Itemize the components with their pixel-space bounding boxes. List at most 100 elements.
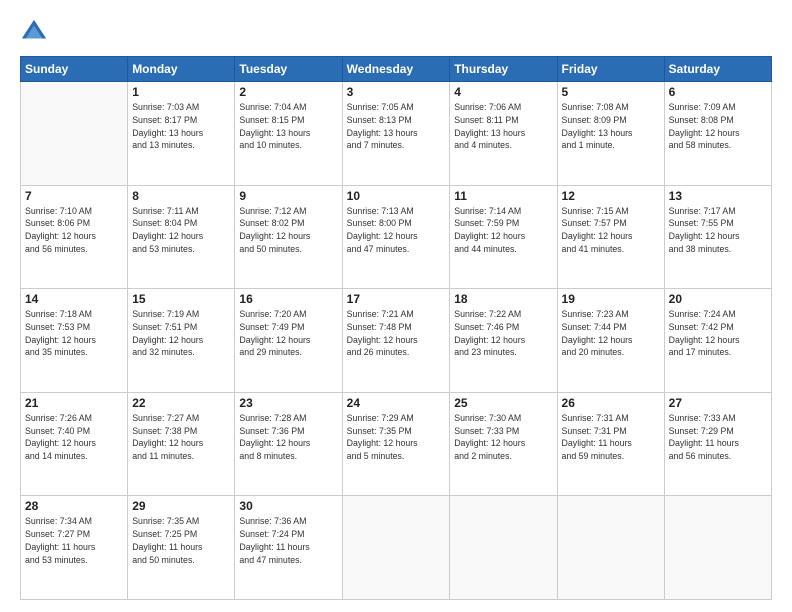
day-number: 27 bbox=[669, 396, 767, 410]
calendar-cell: 3 Sunrise: 7:05 AM Sunset: 8:13 PM Daylig… bbox=[342, 82, 450, 186]
day-number: 16 bbox=[239, 292, 337, 306]
weekday-header-sunday: Sunday bbox=[21, 57, 128, 82]
day-info: Sunrise: 7:26 AM Sunset: 7:40 PM Dayligh… bbox=[25, 412, 123, 463]
day-number: 20 bbox=[669, 292, 767, 306]
calendar-cell: 20 Sunrise: 7:24 AM Sunset: 7:42 PM Dayli… bbox=[664, 289, 771, 393]
day-number: 18 bbox=[454, 292, 552, 306]
weekday-header-row: SundayMondayTuesdayWednesdayThursdayFrid… bbox=[21, 57, 772, 82]
calendar-cell: 13 Sunrise: 7:17 AM Sunset: 7:55 PM Dayli… bbox=[664, 185, 771, 289]
day-info: Sunrise: 7:35 AM Sunset: 7:25 PM Dayligh… bbox=[132, 515, 230, 566]
calendar-cell: 2 Sunrise: 7:04 AM Sunset: 8:15 PM Daylig… bbox=[235, 82, 342, 186]
day-info: Sunrise: 7:19 AM Sunset: 7:51 PM Dayligh… bbox=[132, 308, 230, 359]
calendar-week-row: 7 Sunrise: 7:10 AM Sunset: 8:06 PM Daylig… bbox=[21, 185, 772, 289]
calendar-cell bbox=[21, 82, 128, 186]
day-number: 14 bbox=[25, 292, 123, 306]
day-number: 21 bbox=[25, 396, 123, 410]
day-number: 13 bbox=[669, 189, 767, 203]
day-info: Sunrise: 7:11 AM Sunset: 8:04 PM Dayligh… bbox=[132, 205, 230, 256]
calendar-cell: 9 Sunrise: 7:12 AM Sunset: 8:02 PM Daylig… bbox=[235, 185, 342, 289]
logo-icon bbox=[20, 18, 48, 46]
calendar-cell: 16 Sunrise: 7:20 AM Sunset: 7:49 PM Dayli… bbox=[235, 289, 342, 393]
day-number: 5 bbox=[562, 85, 660, 99]
calendar-cell: 10 Sunrise: 7:13 AM Sunset: 8:00 PM Dayli… bbox=[342, 185, 450, 289]
day-info: Sunrise: 7:21 AM Sunset: 7:48 PM Dayligh… bbox=[347, 308, 446, 359]
day-number: 3 bbox=[347, 85, 446, 99]
day-info: Sunrise: 7:36 AM Sunset: 7:24 PM Dayligh… bbox=[239, 515, 337, 566]
weekday-header-thursday: Thursday bbox=[450, 57, 557, 82]
calendar-cell: 29Sunrise: 7:35 AM Sunset: 7:25 PM Dayli… bbox=[128, 496, 235, 600]
calendar-cell: 8 Sunrise: 7:11 AM Sunset: 8:04 PM Daylig… bbox=[128, 185, 235, 289]
day-info: Sunrise: 7:08 AM Sunset: 8:09 PM Dayligh… bbox=[562, 101, 660, 152]
day-number: 25 bbox=[454, 396, 552, 410]
day-number: 8 bbox=[132, 189, 230, 203]
day-info: Sunrise: 7:34 AM Sunset: 7:27 PM Dayligh… bbox=[25, 515, 123, 566]
calendar-cell: 19 Sunrise: 7:23 AM Sunset: 7:44 PM Dayli… bbox=[557, 289, 664, 393]
weekday-header-tuesday: Tuesday bbox=[235, 57, 342, 82]
calendar-cell: 14 Sunrise: 7:18 AM Sunset: 7:53 PM Dayli… bbox=[21, 289, 128, 393]
day-info: Sunrise: 7:03 AM Sunset: 8:17 PM Dayligh… bbox=[132, 101, 230, 152]
day-number: 11 bbox=[454, 189, 552, 203]
day-number: 19 bbox=[562, 292, 660, 306]
day-info: Sunrise: 7:33 AM Sunset: 7:29 PM Dayligh… bbox=[669, 412, 767, 463]
calendar-cell: 4Sunrise: 7:06 AM Sunset: 8:11 PM Daylig… bbox=[450, 82, 557, 186]
day-number: 6 bbox=[669, 85, 767, 99]
calendar-cell bbox=[342, 496, 450, 600]
day-info: Sunrise: 7:15 AM Sunset: 7:57 PM Dayligh… bbox=[562, 205, 660, 256]
day-number: 9 bbox=[239, 189, 337, 203]
day-number: 10 bbox=[347, 189, 446, 203]
day-number: 28 bbox=[25, 499, 123, 513]
calendar-cell: 11 Sunrise: 7:14 AM Sunset: 7:59 PM Dayli… bbox=[450, 185, 557, 289]
day-info: Sunrise: 7:24 AM Sunset: 7:42 PM Dayligh… bbox=[669, 308, 767, 359]
logo bbox=[20, 18, 52, 48]
calendar-cell: 17Sunrise: 7:21 AM Sunset: 7:48 PM Dayli… bbox=[342, 289, 450, 393]
calendar-cell: 15 Sunrise: 7:19 AM Sunset: 7:51 PM Dayli… bbox=[128, 289, 235, 393]
day-number: 12 bbox=[562, 189, 660, 203]
weekday-header-monday: Monday bbox=[128, 57, 235, 82]
day-info: Sunrise: 7:18 AM Sunset: 7:53 PM Dayligh… bbox=[25, 308, 123, 359]
day-info: Sunrise: 7:27 AM Sunset: 7:38 PM Dayligh… bbox=[132, 412, 230, 463]
day-info: Sunrise: 7:12 AM Sunset: 8:02 PM Dayligh… bbox=[239, 205, 337, 256]
page: SundayMondayTuesdayWednesdayThursdayFrid… bbox=[0, 0, 792, 612]
day-info: Sunrise: 7:22 AM Sunset: 7:46 PM Dayligh… bbox=[454, 308, 552, 359]
day-number: 24 bbox=[347, 396, 446, 410]
calendar-cell: 5 Sunrise: 7:08 AM Sunset: 8:09 PM Daylig… bbox=[557, 82, 664, 186]
calendar-cell: 23 Sunrise: 7:28 AM Sunset: 7:36 PM Dayli… bbox=[235, 392, 342, 496]
calendar-cell bbox=[450, 496, 557, 600]
day-number: 7 bbox=[25, 189, 123, 203]
day-number: 15 bbox=[132, 292, 230, 306]
weekday-header-saturday: Saturday bbox=[664, 57, 771, 82]
day-info: Sunrise: 7:31 AM Sunset: 7:31 PM Dayligh… bbox=[562, 412, 660, 463]
calendar-cell: 30Sunrise: 7:36 AM Sunset: 7:24 PM Dayli… bbox=[235, 496, 342, 600]
day-number: 22 bbox=[132, 396, 230, 410]
day-info: Sunrise: 7:13 AM Sunset: 8:00 PM Dayligh… bbox=[347, 205, 446, 256]
day-info: Sunrise: 7:20 AM Sunset: 7:49 PM Dayligh… bbox=[239, 308, 337, 359]
day-info: Sunrise: 7:17 AM Sunset: 7:55 PM Dayligh… bbox=[669, 205, 767, 256]
header bbox=[20, 18, 772, 48]
calendar-cell bbox=[664, 496, 771, 600]
day-info: Sunrise: 7:05 AM Sunset: 8:13 PM Dayligh… bbox=[347, 101, 446, 152]
day-number: 2 bbox=[239, 85, 337, 99]
calendar-cell: 28 Sunrise: 7:34 AM Sunset: 7:27 PM Dayli… bbox=[21, 496, 128, 600]
day-info: Sunrise: 7:28 AM Sunset: 7:36 PM Dayligh… bbox=[239, 412, 337, 463]
day-info: Sunrise: 7:30 AM Sunset: 7:33 PM Dayligh… bbox=[454, 412, 552, 463]
calendar-week-row: 21 Sunrise: 7:26 AM Sunset: 7:40 PM Dayli… bbox=[21, 392, 772, 496]
calendar-week-row: 14 Sunrise: 7:18 AM Sunset: 7:53 PM Dayli… bbox=[21, 289, 772, 393]
calendar-cell: 26Sunrise: 7:31 AM Sunset: 7:31 PM Dayli… bbox=[557, 392, 664, 496]
calendar-cell: 22 Sunrise: 7:27 AM Sunset: 7:38 PM Dayli… bbox=[128, 392, 235, 496]
day-number: 1 bbox=[132, 85, 230, 99]
day-info: Sunrise: 7:23 AM Sunset: 7:44 PM Dayligh… bbox=[562, 308, 660, 359]
calendar-cell: 6Sunrise: 7:09 AM Sunset: 8:08 PM Daylig… bbox=[664, 82, 771, 186]
calendar-cell: 21 Sunrise: 7:26 AM Sunset: 7:40 PM Dayli… bbox=[21, 392, 128, 496]
calendar-cell bbox=[557, 496, 664, 600]
day-info: Sunrise: 7:14 AM Sunset: 7:59 PM Dayligh… bbox=[454, 205, 552, 256]
day-info: Sunrise: 7:10 AM Sunset: 8:06 PM Dayligh… bbox=[25, 205, 123, 256]
weekday-header-friday: Friday bbox=[557, 57, 664, 82]
weekday-header-wednesday: Wednesday bbox=[342, 57, 450, 82]
calendar-cell: 12 Sunrise: 7:15 AM Sunset: 7:57 PM Dayli… bbox=[557, 185, 664, 289]
day-number: 4 bbox=[454, 85, 552, 99]
day-info: Sunrise: 7:29 AM Sunset: 7:35 PM Dayligh… bbox=[347, 412, 446, 463]
calendar-cell: 24 Sunrise: 7:29 AM Sunset: 7:35 PM Dayli… bbox=[342, 392, 450, 496]
day-number: 23 bbox=[239, 396, 337, 410]
day-info: Sunrise: 7:04 AM Sunset: 8:15 PM Dayligh… bbox=[239, 101, 337, 152]
calendar-table: SundayMondayTuesdayWednesdayThursdayFrid… bbox=[20, 56, 772, 600]
